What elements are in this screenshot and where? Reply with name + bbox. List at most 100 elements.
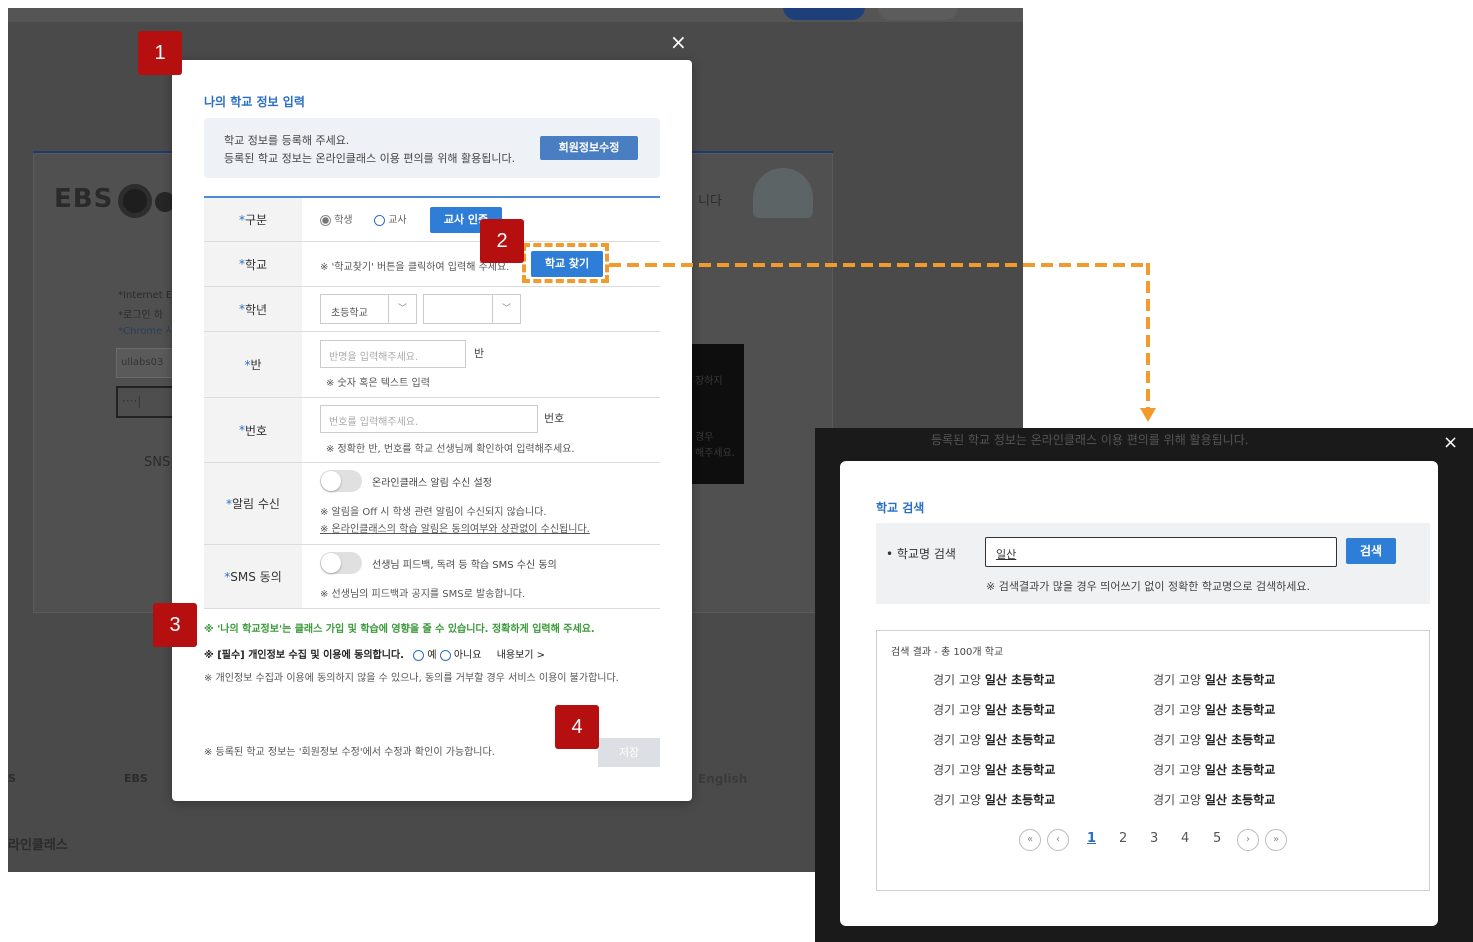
search-title: 학교 검색 <box>876 501 925 515</box>
page-1[interactable]: 1 <box>1087 831 1096 846</box>
consent-label: ※ [필수] 개인정보 수집 및 이용에 동의합니다. <box>204 650 404 661</box>
school-info-modal: 나의 학교 정보 입력 학교 정보를 등록해 주세요. 등록된 학교 정보는 온… <box>172 60 692 801</box>
school-result-item[interactable]: 경기 고양 일산 초등학교 <box>933 731 1055 748</box>
consent-no[interactable]: 아니요 <box>439 649 482 661</box>
highlight-box <box>522 243 609 283</box>
row-label: * SMS 동의 <box>204 545 302 608</box>
alert-toggle-label: 온라인클래스 알림 수신 설정 <box>372 478 492 489</box>
banner-text: 니다 <box>698 194 722 209</box>
school-name-input[interactable]: 일산 <box>985 537 1337 567</box>
radio-icon <box>413 649 425 661</box>
chevron-down-icon: ﹀ <box>492 295 520 323</box>
prev-page-icon[interactable]: ‹ <box>1047 829 1069 851</box>
page-3[interactable]: 3 <box>1150 831 1158 846</box>
consent-row: ※ [필수] 개인정보 수집 및 이용에 동의합니다. 예 아니요 내용보기 > <box>204 646 545 661</box>
consent-yes[interactable]: 예 <box>413 649 437 661</box>
school-result-item[interactable]: 경기 고양 일산 초등학교 <box>1153 701 1275 718</box>
radio-student[interactable]: 학생 <box>320 211 353 226</box>
row-label: * 알림 수신 <box>204 463 302 544</box>
footer-title: 라인클래스 <box>8 838 68 853</box>
first-page-icon[interactable]: « <box>1019 829 1041 851</box>
ebs-logo: EBS <box>54 184 114 214</box>
school-level-select[interactable]: 초등학교 ﹀ <box>320 294 417 324</box>
step-badge-3: 3 <box>153 603 197 647</box>
nav-pill-signup[interactable] <box>878 8 958 20</box>
school-result-item[interactable]: 경기 고양 일산 초등학교 <box>1153 791 1275 808</box>
notice-box: 장하지 경우 해주세요. <box>691 344 744 484</box>
school-result-item[interactable]: 경기 고양 일산 초등학교 <box>1153 731 1275 748</box>
school-result-item[interactable]: 경기 고양 일산 초등학교 <box>933 701 1055 718</box>
class-note: ※ 숫자 혹은 텍스트 입력 <box>326 378 430 389</box>
row-label: * 학교 <box>204 242 302 286</box>
login-note: *로그인 하 <box>118 310 163 321</box>
alert-note: ※ 알림을 Off 시 학생 관련 알림이 수신되지 않습니다. <box>320 507 547 518</box>
search-field-label: • 학교명 검색 <box>886 547 956 561</box>
step-badge-2: 2 <box>480 219 524 263</box>
close-icon[interactable]: × <box>1443 432 1458 453</box>
class-suffix: 반 <box>474 347 485 360</box>
nav-pill-login[interactable] <box>783 8 865 20</box>
grade-select[interactable]: ﹀ <box>423 294 521 324</box>
page-4[interactable]: 4 <box>1181 831 1189 846</box>
login-note: *Internet Ex <box>118 290 179 301</box>
alert-toggle[interactable] <box>320 470 362 492</box>
results-panel: 검색 결과 - 총 100개 학교 경기 고양 일산 초등학교경기 고양 일산 … <box>876 630 1430 891</box>
connector-line <box>1146 263 1150 409</box>
search-box: • 학교명 검색 일산 검색 ※ 검색결과가 많을 경우 띄어쓰기 없이 정확한… <box>876 523 1430 604</box>
radio-teacher[interactable]: 교사 <box>374 211 407 226</box>
number-suffix: 번호 <box>544 412 565 425</box>
sms-toggle-label: 선생님 피드백, 독려 등 학습 SMS 수신 동의 <box>372 560 557 571</box>
sns-login-label[interactable]: SNS <box>144 455 170 470</box>
consent-view-link[interactable]: 내용보기 > <box>497 650 545 661</box>
class-input[interactable]: 반명을 입력해주세요. <box>320 340 466 368</box>
row-number: * 번호 번호를 입력해주세요. 번호 ※ 정확한 반, 번호를 학교 선생님께 … <box>204 398 660 463</box>
row-alert: * 알림 수신 온라인클래스 알림 수신 설정 ※ 알림을 Off 시 학생 관련… <box>204 463 660 545</box>
row-sms: * SMS 동의 선생님 피드백, 독려 등 학습 SMS 수신 동의 ※ 선생님… <box>204 545 660 609</box>
school-result-item[interactable]: 경기 고양 일산 초등학교 <box>1153 761 1275 778</box>
notice-line: 해주세요. <box>695 448 735 459</box>
footer-logo: EBS <box>124 772 148 785</box>
search-button[interactable]: 검색 <box>1346 538 1396 564</box>
page-2[interactable]: 2 <box>1119 831 1127 846</box>
sms-toggle[interactable] <box>320 552 362 574</box>
school-result-item[interactable]: 경기 고양 일산 초등학교 <box>1153 671 1275 688</box>
school-search-overlay: 등록된 학교 정보는 온라인클래스 이용 편의를 위해 활용됩니다. × 학교 … <box>815 428 1473 942</box>
school-result-item[interactable]: 경기 고양 일산 초등학교 <box>933 671 1055 688</box>
last-page-icon[interactable]: » <box>1265 829 1287 851</box>
save-button[interactable]: 저장 <box>598 738 660 767</box>
step-badge-4: 4 <box>555 705 599 749</box>
radio-icon <box>320 214 331 226</box>
warning-text: ※ '나의 학교정보'는 클래스 가입 및 학습에 영향을 줄 수 있습니다. … <box>204 624 595 635</box>
next-page-icon[interactable]: › <box>1237 829 1259 851</box>
row-label: * 번호 <box>204 398 302 462</box>
sms-note: ※ 선생님의 피드백과 공지를 SMS로 발송합니다. <box>320 589 526 600</box>
row-class: * 반 반명을 입력해주세요. 반 ※ 숫자 혹은 텍스트 입력 <box>204 332 660 398</box>
search-hint: ※ 검색결과가 많을 경우 띄어쓰기 없이 정확한 학교명으로 검색하세요. <box>986 580 1311 593</box>
row-type: * 구분 학생 교사 교사 인증 <box>204 198 660 242</box>
login-note: *Chrome 사 <box>118 326 175 337</box>
info-box: 학교 정보를 등록해 주세요. 등록된 학교 정보는 온라인클래스 이용 편의를… <box>204 118 660 178</box>
edit-member-button[interactable]: 회원정보수정 <box>540 136 638 160</box>
logo-mark-icon <box>118 184 152 218</box>
alert-note: ※ 온라인클래스의 학습 알림은 동의여부와 상관없이 수신됩니다. <box>320 524 590 535</box>
notice-line: 경우 <box>695 432 714 443</box>
close-icon[interactable]: × <box>670 30 687 54</box>
row-label: * 학년 <box>204 287 302 331</box>
row-label: * 구분 <box>204 198 302 241</box>
footer-english-logo: English <box>698 772 748 786</box>
number-note: ※ 정확한 반, 번호를 학교 선생님께 확인하여 입력해주세요. <box>326 444 575 455</box>
row-grade: * 학년 초등학교 ﹀ ﹀ <box>204 287 660 332</box>
chevron-down-icon: ﹀ <box>388 295 416 323</box>
row-label: * 반 <box>204 332 302 397</box>
school-result-item[interactable]: 경기 고양 일산 초등학교 <box>933 791 1055 808</box>
school-result-item[interactable]: 경기 고양 일산 초등학교 <box>933 761 1055 778</box>
id-input[interactable]: ullabs03 <box>116 348 176 378</box>
password-input[interactable]: ····| <box>116 386 176 418</box>
page-5[interactable]: 5 <box>1213 831 1221 846</box>
modal-title: 나의 학교 정보 입력 <box>204 95 305 109</box>
number-input[interactable]: 번호를 입력해주세요. <box>320 405 538 433</box>
toggle-knob <box>321 471 341 491</box>
step-badge-1: 1 <box>138 31 182 75</box>
results-header: 검색 결과 - 총 100개 학교 <box>891 647 1004 658</box>
info-line: 등록된 학교 정보는 온라인클래스 이용 편의를 위해 활용됩니다. <box>224 152 516 165</box>
